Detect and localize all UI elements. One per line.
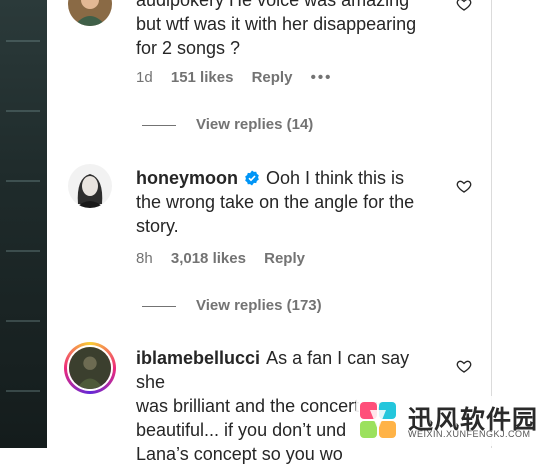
comment-line: the wrong take on the angle for the	[136, 192, 415, 212]
right-gutter	[492, 0, 550, 448]
reply-button[interactable]: Reply	[252, 69, 293, 86]
replies-line	[142, 305, 176, 307]
view-replies-button[interactable]: View replies (14)	[142, 116, 313, 133]
like-heart-icon[interactable]	[456, 178, 472, 194]
replies-line	[142, 124, 176, 126]
comment-meta: 1d 151 likes Reply •••	[136, 69, 346, 86]
avatar-image	[69, 347, 111, 389]
comment-line: story.	[136, 216, 179, 236]
comment-time: 8h	[136, 250, 153, 267]
likes-count[interactable]: 3,018 likes	[171, 250, 246, 267]
watermark-logo-icon	[360, 402, 396, 438]
comment-honeymoon: honeymoon Ooh I think this is the wrong t…	[68, 164, 488, 284]
like-heart-icon[interactable]	[456, 358, 472, 374]
avatar-image	[68, 164, 112, 208]
avatar-image	[68, 0, 112, 26]
avatar-story-ring[interactable]	[64, 342, 116, 394]
view-replies-button[interactable]: View replies (173)	[142, 297, 322, 314]
comment-line: for 2 songs ?	[136, 38, 241, 58]
like-heart-icon[interactable]	[456, 0, 472, 12]
view-replies-label: View replies (14)	[196, 116, 314, 133]
comment-time: 1d	[136, 69, 153, 86]
comment-line: but wtf was it with her disappearing	[136, 14, 417, 34]
comment-username[interactable]: iblamebellucci	[136, 348, 260, 368]
view-replies-label: View replies (173)	[196, 297, 322, 314]
avatar[interactable]	[68, 0, 112, 26]
background-photo-strip	[0, 0, 47, 448]
comment-line: audipokery He voice was amazing	[136, 0, 410, 10]
comment-username[interactable]: honeymoon	[136, 168, 238, 188]
comment-text: Ooh I think this is	[266, 168, 405, 188]
reply-button[interactable]: Reply	[264, 250, 305, 267]
watermark-url: WEIXIN.XUNFENGKJ.COM	[408, 429, 531, 439]
avatar[interactable]	[68, 164, 112, 208]
watermark: 迅风软件园 WEIXIN.XUNFENGKJ.COM	[356, 396, 546, 446]
likes-count[interactable]: 151 likes	[171, 69, 234, 86]
more-options-icon[interactable]: •••	[311, 69, 333, 86]
comment-meta: 8h 3,018 likes Reply	[136, 250, 319, 267]
verified-badge-icon	[245, 170, 259, 186]
